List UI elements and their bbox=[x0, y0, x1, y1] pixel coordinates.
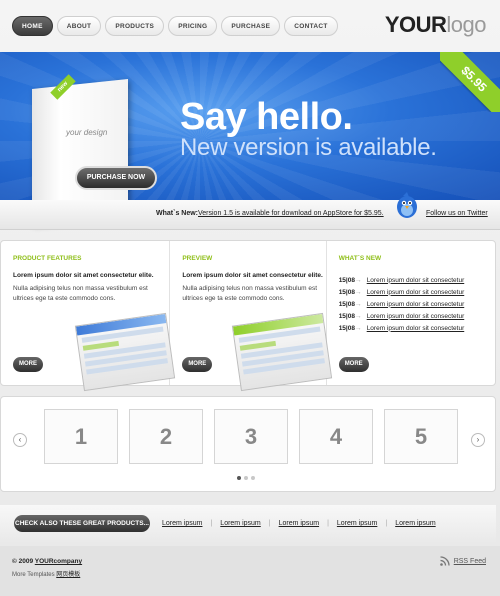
column-lead: Lorem ipsum dolor sit amet consectetur e… bbox=[13, 272, 154, 279]
follow-twitter-link[interactable]: Follow us on Twitter bbox=[426, 210, 488, 217]
nav-pricing[interactable]: PRICING bbox=[168, 16, 218, 36]
arrow-right-icon: → bbox=[354, 324, 362, 332]
footer: © 2009 YOURcompany More Templates 网页模板 R… bbox=[0, 546, 500, 596]
news-strip: What`s New: Version 1.5 is available for… bbox=[0, 200, 500, 230]
related-products-strip: CHECK ALSO THESE GREAT PRODUCTS... Lorem… bbox=[0, 505, 496, 543]
news-date: 15|08 bbox=[338, 324, 355, 332]
rss-feed-link[interactable]: RSS Feed bbox=[439, 556, 486, 566]
nav-products[interactable]: PRODUCTS bbox=[105, 16, 165, 36]
carousel-slides: 1 2 3 4 5 bbox=[44, 409, 458, 464]
main-nav: HOME ABOUT PRODUCTS PRICING PURCHASE CON… bbox=[12, 16, 338, 36]
more-templates: More Templates 网页模板 bbox=[12, 569, 80, 578]
screenshot-thumbnail bbox=[74, 312, 176, 392]
carousel-dot[interactable] bbox=[251, 476, 255, 480]
related-link[interactable]: Lorem ipsum bbox=[279, 520, 319, 527]
company-link[interactable]: YOURcompany bbox=[35, 558, 82, 565]
carousel-slide[interactable]: 3 bbox=[214, 409, 288, 464]
column-title: WHAT`S NEW bbox=[338, 255, 382, 262]
whats-new-column: WHAT`S NEW 15|08 → Lorem ipsum dolor sit c… bbox=[327, 241, 495, 385]
link-separator: | bbox=[385, 520, 388, 527]
nav-home[interactable]: HOME bbox=[12, 16, 53, 36]
news-text: Lorem ipsum dolor sit consectetur bbox=[366, 312, 465, 320]
carousel-prev-button[interactable]: ‹ bbox=[13, 433, 27, 447]
twitter-bird-icon[interactable] bbox=[393, 190, 421, 220]
box-label: your design bbox=[66, 128, 108, 137]
price-ribbon: $5.95 bbox=[440, 52, 500, 112]
arrow-right-icon: → bbox=[354, 300, 362, 308]
arrow-right-icon: → bbox=[354, 276, 362, 284]
copyright: © 2009 YOURcompany bbox=[12, 558, 82, 565]
copyright-prefix: © 2009 bbox=[12, 558, 34, 565]
carousel-pagination bbox=[237, 476, 255, 480]
related-link[interactable]: Lorem ipsum bbox=[162, 520, 202, 527]
arrow-right-icon: → bbox=[354, 288, 362, 296]
logo-bold-text: YOUR bbox=[384, 12, 447, 37]
column-body: Nulla adipising telus non massa vestibul… bbox=[13, 285, 148, 302]
arrow-right-icon: → bbox=[354, 312, 362, 320]
features-panel: PRODUCT FEATURES Lorem ipsum dolor sit a… bbox=[0, 240, 496, 392]
column-body: Nulla adipising telus non massa vestibul… bbox=[182, 285, 318, 302]
news-date: 15|08 bbox=[338, 312, 355, 320]
price-ribbon-wrap: $5.95 bbox=[440, 52, 500, 112]
news-item[interactable]: 15|08 → Lorem ipsum dolor sit consectetur bbox=[339, 322, 465, 334]
news-date: 15|08 bbox=[338, 288, 355, 296]
link-separator: | bbox=[210, 520, 213, 527]
news-text: Lorem ipsum dolor sit consectetur bbox=[366, 276, 465, 284]
news-date: 15|08 bbox=[338, 276, 355, 284]
link-separator: | bbox=[327, 520, 329, 527]
news-item[interactable]: 15|08 → Lorem ipsum dolor sit consectetur bbox=[339, 298, 465, 310]
site-logo[interactable]: YOURlogo bbox=[384, 12, 487, 38]
nav-about[interactable]: ABOUT bbox=[56, 16, 102, 36]
carousel-slide[interactable]: 5 bbox=[384, 409, 458, 464]
hero-title: Say hello. bbox=[180, 96, 353, 138]
carousel-dot[interactable] bbox=[244, 476, 248, 480]
preview-column: PREVIEW Lorem ipsum dolor sit amet conse… bbox=[170, 241, 333, 392]
carousel-slide[interactable]: 2 bbox=[129, 409, 203, 464]
hero-subtitle: New version is available. bbox=[180, 134, 437, 161]
rss-label: RSS Feed bbox=[453, 557, 486, 565]
more-button[interactable]: MORE bbox=[338, 357, 369, 372]
product-features-column: PRODUCT FEATURES Lorem ipsum dolor sit a… bbox=[1, 241, 176, 392]
version-news-link[interactable]: Version 1.5 is available for download on… bbox=[198, 210, 384, 217]
carousel-slide[interactable]: 4 bbox=[299, 409, 373, 464]
screenshot-thumbnail bbox=[232, 312, 333, 392]
nav-purchase[interactable]: PURCHASE bbox=[221, 16, 281, 36]
more-templates-link[interactable]: 网页模板 bbox=[56, 572, 80, 578]
news-item[interactable]: 15|08 → Lorem ipsum dolor sit consectetur bbox=[339, 274, 465, 286]
news-date: 15|08 bbox=[338, 300, 355, 308]
nav-contact[interactable]: CONTACT bbox=[284, 16, 338, 36]
carousel-next-button[interactable]: › bbox=[471, 433, 485, 447]
more-button[interactable]: MORE bbox=[13, 357, 43, 372]
column-title: PRODUCT FEATURES bbox=[13, 255, 82, 262]
product-carousel: ‹ 1 2 3 4 5 › bbox=[0, 396, 496, 492]
link-separator: | bbox=[268, 520, 271, 527]
related-link[interactable]: Lorem ipsum bbox=[220, 520, 260, 527]
column-lead: Lorem ipsum dolor sit amet consectetur e… bbox=[182, 272, 323, 279]
column-title: PREVIEW bbox=[182, 255, 213, 262]
more-templates-prefix: More Templates bbox=[12, 572, 55, 578]
rss-icon bbox=[439, 556, 450, 566]
news-item[interactable]: 15|08 → Lorem ipsum dolor sit consectetur bbox=[339, 286, 465, 298]
purchase-now-button[interactable]: PURCHASE NOW bbox=[75, 166, 157, 190]
news-item[interactable]: 15|08 → Lorem ipsum dolor sit consectetur bbox=[339, 310, 465, 322]
carousel-slide[interactable]: 1 bbox=[44, 409, 118, 464]
news-text: Lorem ipsum dolor sit consectetur bbox=[366, 288, 465, 296]
check-products-button[interactable]: CHECK ALSO THESE GREAT PRODUCTS... bbox=[14, 515, 150, 532]
logo-light-text: logo bbox=[446, 12, 486, 37]
related-links: Lorem ipsum | Lorem ipsum | Lorem ipsum … bbox=[162, 520, 436, 527]
more-button[interactable]: MORE bbox=[182, 357, 213, 372]
news-text: Lorem ipsum dolor sit consectetur bbox=[366, 324, 465, 332]
related-link[interactable]: Lorem ipsum bbox=[337, 520, 377, 527]
news-text: Lorem ipsum dolor sit consectetur bbox=[366, 300, 465, 308]
carousel-dot[interactable] bbox=[237, 476, 241, 480]
related-link[interactable]: Lorem ipsum bbox=[395, 520, 435, 527]
news-list: 15|08 → Lorem ipsum dolor sit consectetur … bbox=[339, 274, 465, 334]
whats-new-label: What`s New: bbox=[156, 210, 198, 217]
